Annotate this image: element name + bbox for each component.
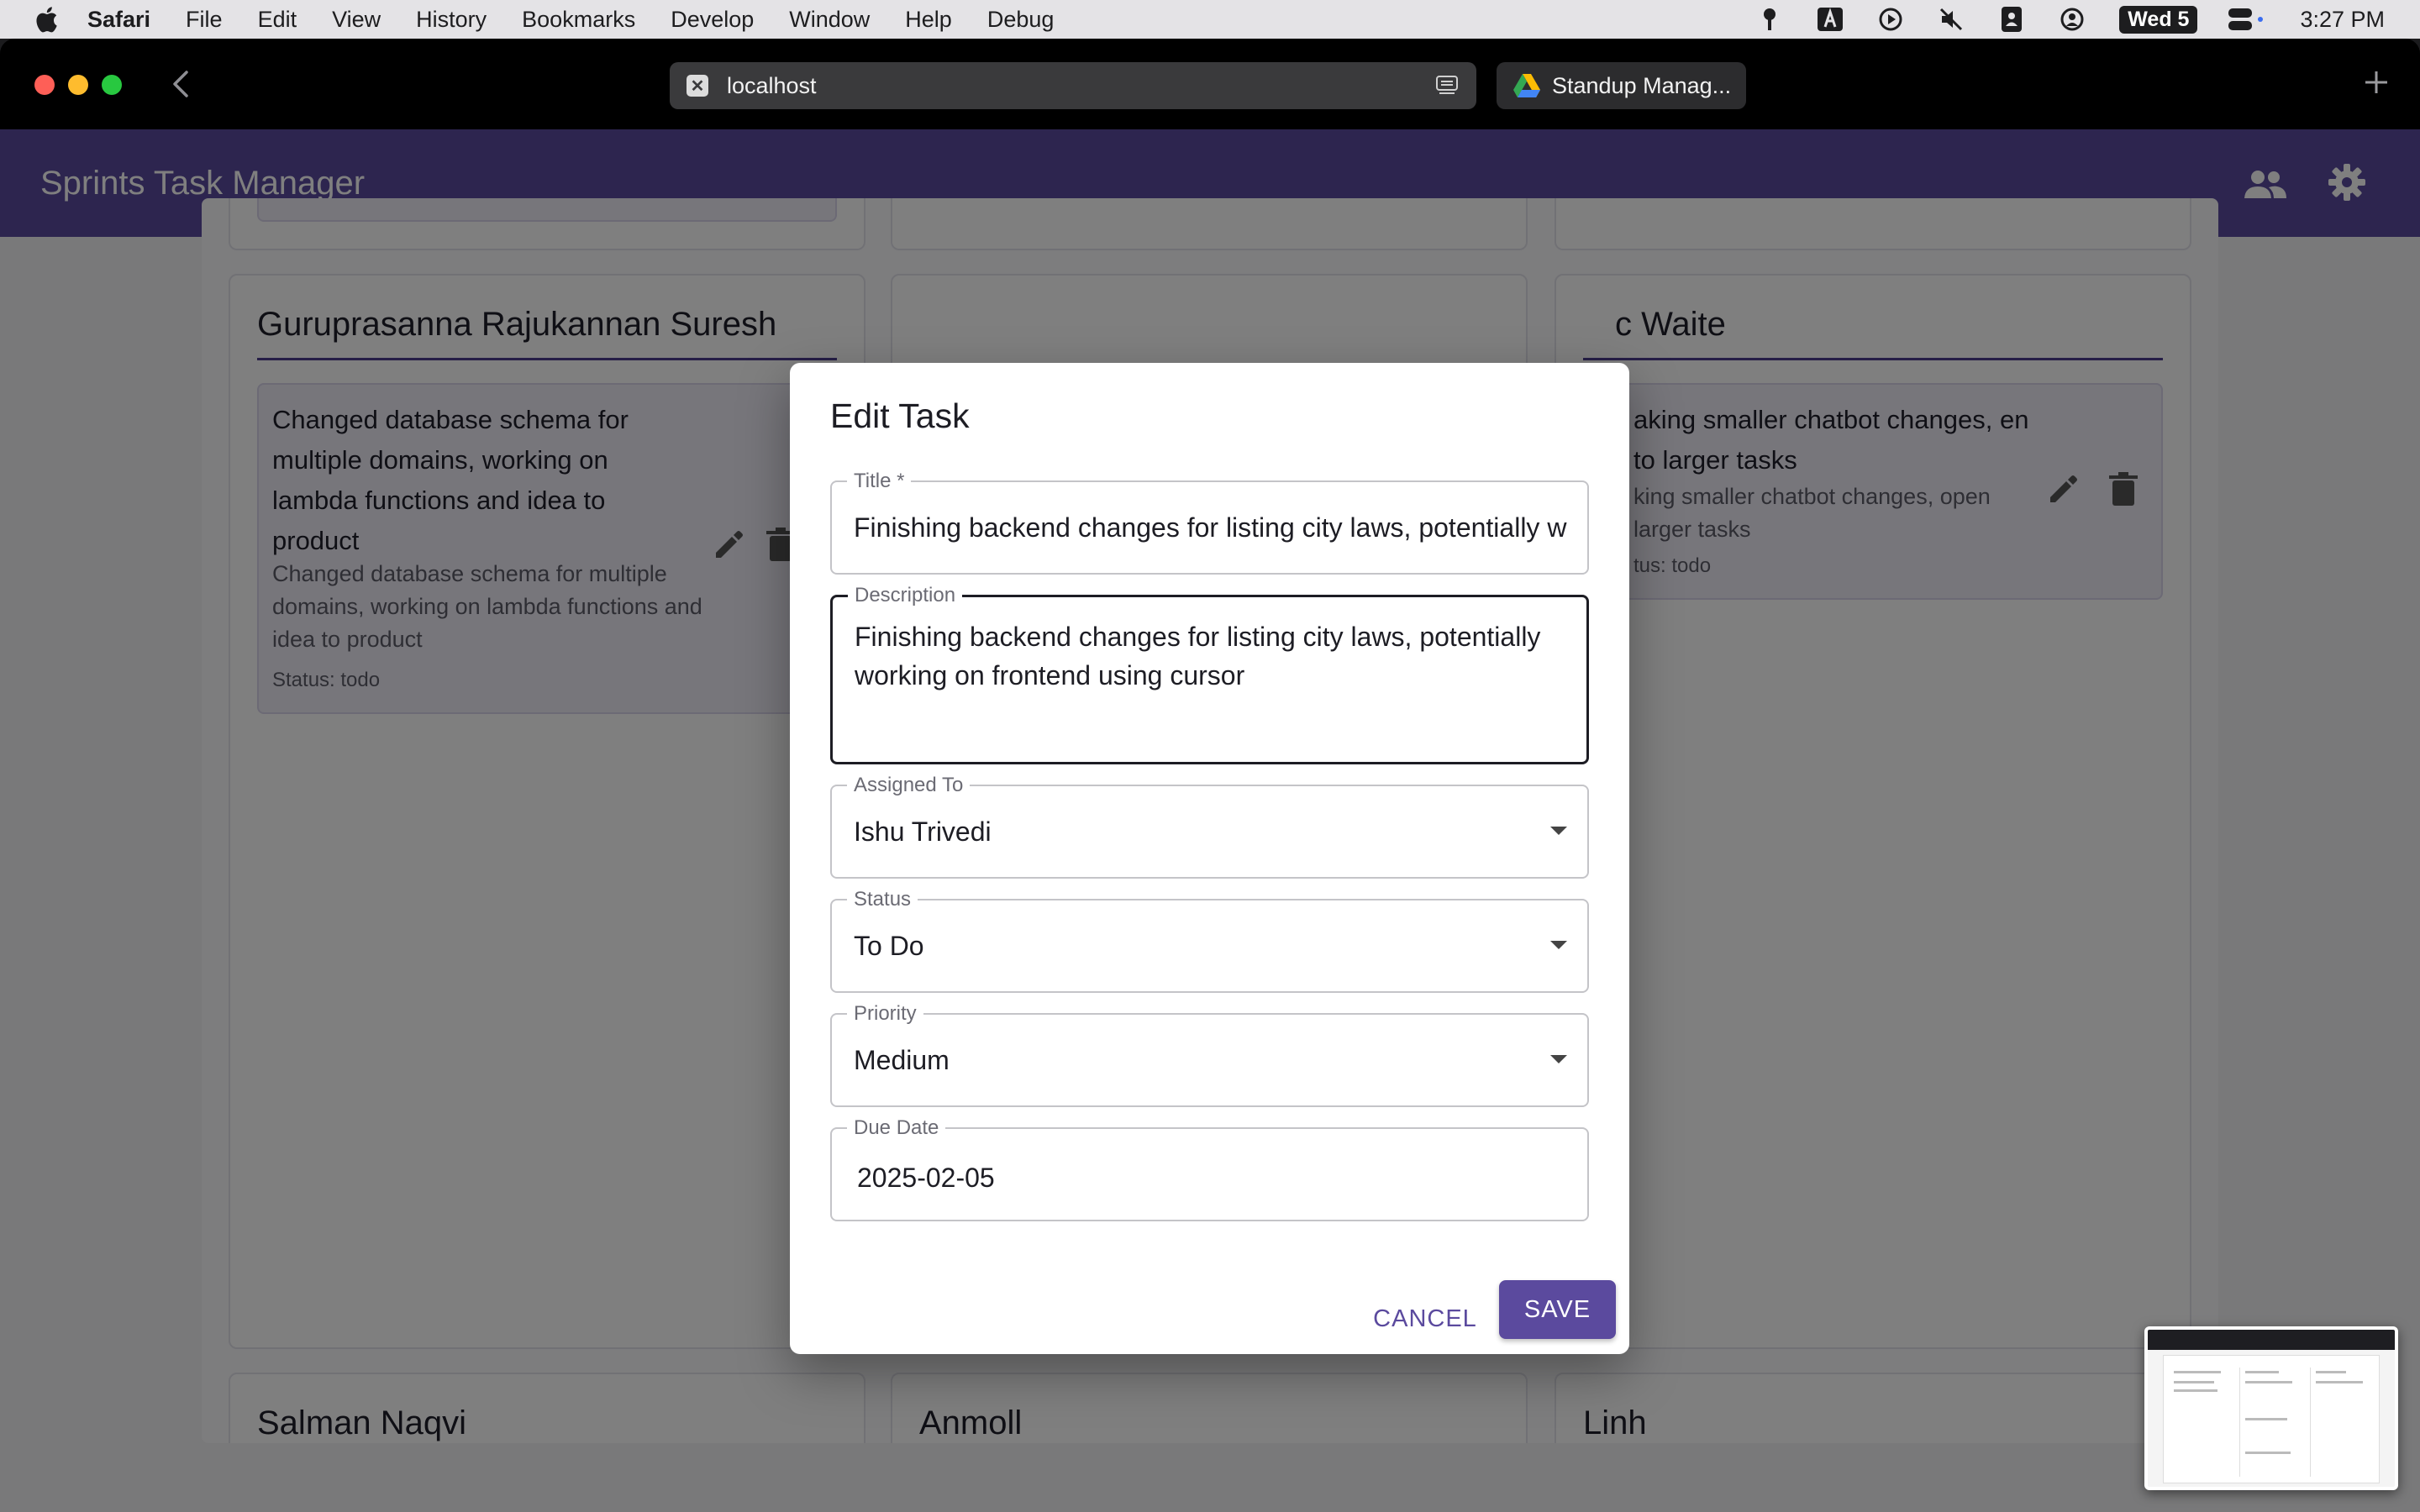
thumbnail-line	[2174, 1371, 2221, 1373]
menu-app-name[interactable]: Safari	[87, 7, 150, 33]
due-date-value[interactable]: 2025-02-05	[857, 1163, 1567, 1194]
dropdown-arrow-icon[interactable]	[1550, 827, 1567, 835]
input-source-icon[interactable]	[1817, 6, 1844, 33]
description-field-label: Description	[848, 584, 963, 607]
window-zoom-button[interactable]	[102, 75, 122, 95]
status-value: To Do	[854, 931, 924, 961]
save-button[interactable]: SAVE	[1499, 1280, 1616, 1339]
thumbnail-line	[2245, 1381, 2292, 1383]
menubar-date[interactable]: Wed 5	[2119, 5, 2198, 34]
new-tab-plus-icon[interactable]	[2363, 69, 2390, 96]
tab-localhost-label: localhost	[727, 72, 817, 98]
priority-select[interactable]: Priority Medium	[830, 1002, 1589, 1107]
cancel-button[interactable]: CANCEL	[1363, 1294, 1487, 1344]
dropdown-arrow-icon[interactable]	[1550, 941, 1567, 949]
reader-mode-icon[interactable]	[1436, 76, 1458, 96]
macos-menu-bar: Safari File Edit View History Bookmarks …	[0, 0, 2420, 39]
menu-window[interactable]: Window	[789, 7, 870, 33]
menu-edit[interactable]: Edit	[258, 7, 297, 33]
thumbnail-line	[2174, 1389, 2217, 1392]
status-label: Status	[847, 888, 918, 911]
contacts-icon[interactable]	[1998, 6, 2025, 33]
assigned-to-label: Assigned To	[847, 774, 971, 797]
menu-file[interactable]: File	[186, 7, 223, 33]
thumbnail-column	[2169, 1368, 2234, 1477]
thumbnail-column	[2239, 1368, 2305, 1477]
control-center-icon[interactable]	[2228, 6, 2266, 33]
apple-logo-icon[interactable]	[34, 5, 59, 34]
menu-history[interactable]: History	[416, 7, 487, 33]
mute-icon[interactable]	[1938, 6, 1965, 33]
status-select[interactable]: Status To Do	[830, 888, 1589, 993]
menu-develop[interactable]: Develop	[671, 7, 754, 33]
thumbnail-line	[2174, 1381, 2214, 1383]
tab-localhost[interactable]: ✕ localhost	[670, 62, 1476, 109]
dropdown-arrow-icon[interactable]	[1550, 1055, 1567, 1063]
thumbnail-line	[2316, 1381, 2363, 1383]
dialog-title: Edit Task	[830, 396, 970, 435]
menu-help[interactable]: Help	[905, 7, 952, 33]
title-field-label: Title *	[847, 470, 912, 493]
thumbnail-line	[2316, 1371, 2346, 1373]
description-field-value[interactable]: Finishing backend changes for listing ci…	[855, 617, 1553, 695]
assigned-to-value: Ishu Trivedi	[854, 816, 992, 847]
x-icon: ✕	[687, 75, 708, 97]
thumbnail-page	[2163, 1355, 2380, 1483]
screenshot-thumbnail[interactable]	[2144, 1326, 2398, 1490]
assigned-to-select[interactable]: Assigned To Ishu Trivedi	[830, 774, 1589, 879]
menu-debug[interactable]: Debug	[987, 7, 1055, 33]
back-chevron-icon[interactable]	[168, 69, 193, 99]
menu-view[interactable]: View	[332, 7, 381, 33]
pin-icon[interactable]	[1756, 6, 1783, 33]
title-field-value[interactable]: Finishing backend changes for listing ci…	[854, 512, 1567, 543]
tab-standup-manager-label: Standup Manag...	[1552, 72, 1732, 98]
google-drive-icon	[1513, 74, 1540, 97]
window-minimize-button[interactable]	[68, 75, 88, 95]
thumbnail-line	[2245, 1371, 2279, 1373]
thumbnail-toolbar	[2148, 1330, 2395, 1350]
due-date-field[interactable]: Due Date 2025-02-05	[830, 1116, 1589, 1221]
priority-label: Priority	[847, 1002, 923, 1026]
play-circle-icon[interactable]	[1877, 6, 1904, 33]
edit-task-dialog: Edit Task Title * Finishing backend chan…	[790, 363, 1629, 1354]
web-page: Sprints Task Manager	[0, 129, 2420, 1512]
thumbnail-line	[2245, 1418, 2287, 1420]
tab-standup-manager[interactable]: Standup Manag...	[1497, 62, 1746, 109]
window-close-button[interactable]	[34, 75, 55, 95]
user-account-icon[interactable]	[2059, 6, 2086, 33]
due-date-label: Due Date	[847, 1116, 946, 1140]
priority-value: Medium	[854, 1045, 950, 1075]
safari-window: ✕ localhost Standup Manag... Sprint	[0, 39, 2420, 1512]
title-field[interactable]: Title * Finishing backend changes for li…	[830, 470, 1589, 575]
menubar-clock[interactable]: 3:27 PM	[2300, 7, 2385, 33]
thumbnail-line	[2245, 1452, 2291, 1454]
safari-toolbar: ✕ localhost Standup Manag...	[0, 39, 2420, 129]
description-field[interactable]: Description Finishing backend changes fo…	[830, 584, 1589, 764]
menu-bookmarks[interactable]: Bookmarks	[522, 7, 635, 33]
thumbnail-column	[2310, 1368, 2375, 1477]
